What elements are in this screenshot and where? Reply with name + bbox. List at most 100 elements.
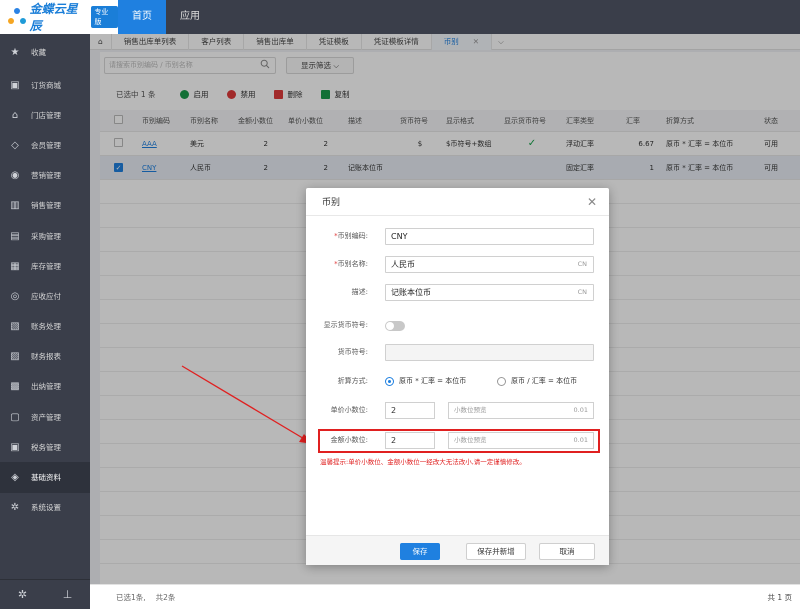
sidebar-item-label: 系统设置: [31, 503, 61, 513]
sidebar-item-label: 门店管理: [31, 110, 61, 120]
nav-apps[interactable]: 应用: [166, 0, 214, 34]
logo-mark-icon: [8, 8, 26, 26]
preview-value: 0.01: [573, 406, 588, 414]
sidebar-item-accounting[interactable]: ▧ 账务处理: [0, 312, 90, 342]
close-icon[interactable]: ✕: [587, 195, 597, 209]
pin-icon[interactable]: ⊥: [45, 580, 90, 609]
name-value: 人民币: [391, 260, 415, 269]
sidebar: ★ 收藏 ▣ 订货商城 ⌂ 门店管理 ◇ 会员管理 ◉ 营销管理 ▥ 销售管理 …: [0, 34, 90, 609]
tax-icon: ▣: [10, 441, 20, 453]
sidebar-item-label: 财务报表: [31, 352, 61, 362]
method-multiply-radio[interactable]: 原币 * 汇率 = 本位币: [385, 376, 466, 386]
gear-icon: ✲: [10, 502, 20, 514]
coin-icon: ◎: [10, 290, 20, 302]
warning-hint: 温馨提示:单价小数位、金额小数位一经改大无法改小,请一定谨慎修改。: [320, 458, 526, 466]
sidebar-item-assets[interactable]: ▢ 资产管理: [0, 402, 90, 432]
sidebar-item-label: 收藏: [31, 47, 46, 57]
desc-row: 描述: 记账本位币 CN: [306, 284, 609, 301]
sidebar-item-label: 基础资料: [31, 473, 61, 483]
cancel-button[interactable]: 取消: [539, 543, 595, 560]
sidebar-item-label: 营销管理: [31, 171, 61, 181]
name-row: *币别名称: 人民币 CN: [306, 256, 609, 273]
desc-value: 记账本位币: [391, 288, 431, 297]
sidebar-item-tax[interactable]: ▣ 税务管理: [0, 432, 90, 462]
nav-home[interactable]: 首页: [118, 0, 166, 34]
cart-icon: ▣: [10, 79, 20, 91]
language-suffix[interactable]: CN: [578, 285, 587, 300]
settings-gear-icon[interactable]: ✲: [0, 580, 45, 609]
code-label: *币别编码:: [334, 232, 368, 240]
dialog-title: 币别: [322, 198, 341, 208]
cashier-icon: ▩: [10, 381, 20, 393]
sidebar-item-basic-data[interactable]: ◈ 基础资料: [0, 462, 90, 493]
price-decimal-input[interactable]: 2: [385, 402, 435, 419]
sidebar-item-reports[interactable]: ▨ 财务报表: [0, 342, 90, 372]
preview-label: 小数位预览: [454, 406, 487, 414]
sidebar-item-label: 资产管理: [31, 412, 61, 422]
sidebar-item-cashier[interactable]: ▩ 出纳管理: [0, 372, 90, 402]
footer-selected: 已选1条,: [116, 592, 146, 602]
sidebar-item-ar-ap[interactable]: ◎ 应收应付: [0, 281, 90, 311]
dialog-footer: 保存 保存并新增 取消: [306, 535, 609, 565]
save-button[interactable]: 保存: [400, 543, 440, 560]
dialog-header: 币别 ✕: [306, 188, 609, 216]
radio-label: 原币 * 汇率 = 本位币: [399, 377, 467, 385]
code-row: *币别编码: CNY: [306, 228, 609, 245]
sidebar-footer: ✲ ⊥: [0, 579, 90, 609]
layers-icon: ◈: [11, 472, 19, 484]
amount-decimal-preview: 小数位预览 0.01: [448, 432, 594, 449]
amount-decimal-input[interactable]: 2: [385, 432, 435, 449]
star-icon: ★: [10, 46, 20, 58]
show-symbol-row: 显示货币符号:: [306, 317, 609, 334]
desc-label: 描述:: [351, 288, 368, 296]
footer-total: 共2条: [155, 592, 176, 602]
description-input[interactable]: 记账本位币 CN: [385, 284, 594, 301]
show-symbol-label: 显示货币符号:: [323, 321, 368, 329]
sidebar-item-label: 采购管理: [31, 231, 61, 241]
sidebar-item-member[interactable]: ◇ 会员管理: [0, 130, 90, 160]
sidebar-item-label: 应收应付: [31, 291, 61, 301]
footer-pages: 共 1 页: [767, 592, 792, 602]
store-icon: ⌂: [11, 109, 19, 121]
box-icon: ▦: [10, 260, 20, 272]
report-icon: ▨: [10, 351, 20, 363]
language-suffix[interactable]: CN: [578, 257, 587, 272]
symbol-label: 货币符号:: [337, 348, 368, 356]
sidebar-item-settings[interactable]: ✲ 系统设置: [0, 493, 90, 523]
price-decimal-row: 单价小数位: 2 小数位预览 0.01: [306, 402, 609, 419]
top-nav: 首页 应用: [118, 0, 214, 34]
sidebar-item-marketing[interactable]: ◉ 营销管理: [0, 161, 90, 191]
currency-code-input[interactable]: CNY: [385, 228, 594, 245]
save-and-new-button[interactable]: 保存并新增: [466, 543, 526, 560]
edition-badge: 专业版: [91, 6, 119, 28]
amount-decimal-label: 金额小数位:: [330, 436, 368, 444]
diamond-icon: ◇: [11, 139, 19, 151]
show-symbol-toggle[interactable]: [385, 321, 405, 331]
method-label: 折算方式:: [337, 377, 368, 385]
asset-icon: ▢: [10, 411, 20, 423]
name-label: *币别名称:: [334, 260, 368, 268]
sidebar-item-label: 税务管理: [31, 442, 61, 452]
method-divide-radio[interactable]: 原币 / 汇率 = 本位币: [497, 376, 577, 386]
sidebar-item-inventory[interactable]: ▦ 库存管理: [0, 251, 90, 281]
target-icon: ◉: [10, 170, 20, 182]
sidebar-item-label: 出纳管理: [31, 382, 61, 392]
brand-logo[interactable]: 金蝶云星辰 专业版: [0, 0, 119, 34]
brand-name: 金蝶云星辰: [29, 2, 78, 33]
symbol-row: 货币符号:: [306, 344, 609, 361]
sidebar-item-purchase[interactable]: ▤ 采购管理: [0, 221, 90, 251]
sidebar-item-sales[interactable]: ▥ 销售管理: [0, 191, 90, 221]
table-footer: 已选1条, 共2条 共 1 页: [90, 584, 800, 609]
sidebar-item-order-mall[interactable]: ▣ 订货商城: [0, 70, 90, 100]
sidebar-item-store[interactable]: ⌂ 门店管理: [0, 100, 90, 130]
price-decimal-label: 单价小数位:: [330, 406, 368, 414]
sidebar-item-label: 销售管理: [31, 201, 61, 211]
ledger-icon: ▧: [10, 321, 20, 333]
trolley-icon: ▤: [10, 230, 20, 242]
sidebar-item-label: 会员管理: [31, 140, 61, 150]
bar-icon: ▥: [10, 200, 20, 212]
sidebar-item-favorites[interactable]: ★ 收藏: [0, 34, 90, 70]
sidebar-item-label: 账务处理: [31, 322, 61, 332]
currency-name-input[interactable]: 人民币 CN: [385, 256, 594, 273]
currency-symbol-input: [385, 344, 594, 361]
